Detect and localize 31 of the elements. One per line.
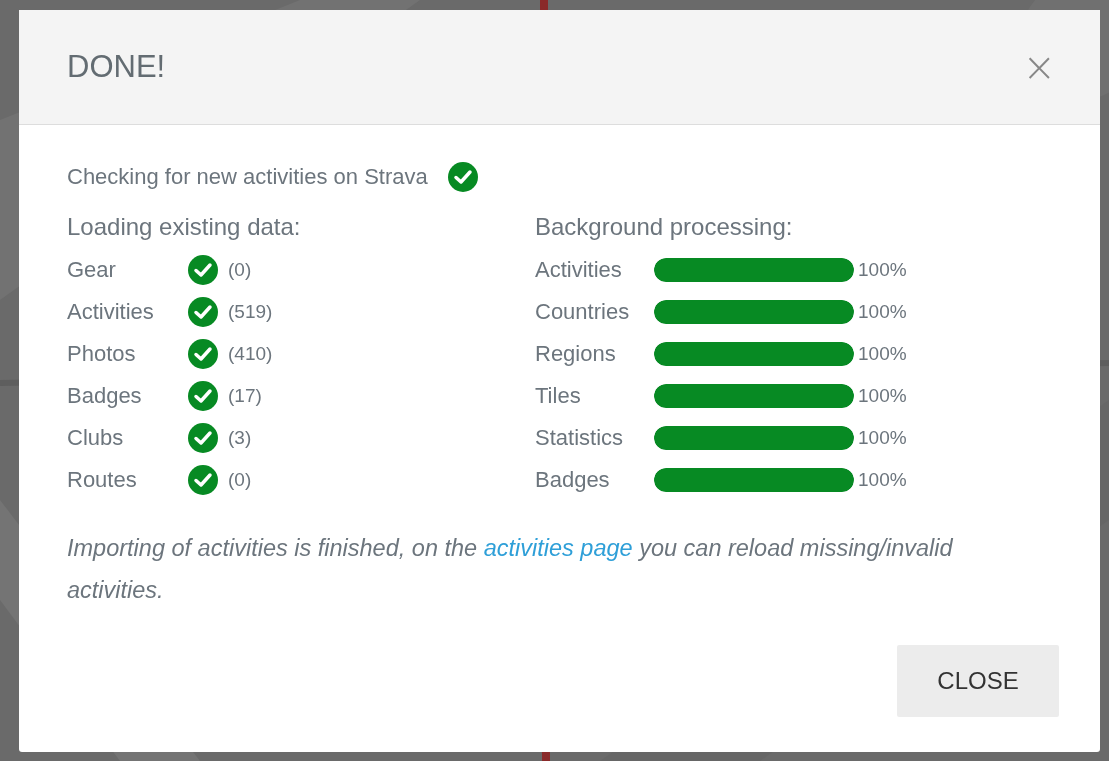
item-label: Gear [67,257,117,283]
section-heading: Background processing: [535,212,794,242]
close-button[interactable]: CLOSE [897,645,1059,717]
info-text: Importing of activities is finished, on the activities page you can reload missing/invalid activities. [67,534,954,605]
activities-link[interactable]: activities page [483,535,633,561]
item-count: (3) [228,427,252,449]
progress-reading: 100% [858,343,907,365]
item-label: Statistics [535,425,625,451]
item-label: Countries [535,299,631,325]
item-label: Routes [67,467,138,493]
item-label: Badges [67,383,143,409]
section-heading: Loading existing data: [67,212,302,242]
item-count: (17) [228,385,262,407]
progress-reading: 100% [858,301,907,323]
item-count: (0) [228,469,252,491]
item-label: Activities [535,257,623,283]
item-label: Badges [535,467,611,493]
item-label: Photos [67,341,137,367]
progress-reading: 100% [858,385,907,407]
dialog-title: DONE! [67,49,166,85]
item-count: (0) [228,259,252,281]
progress-reading: 100% [858,259,907,281]
item-count: (519) [228,301,273,323]
item-label: Regions [535,341,617,367]
item-count: (410) [228,343,273,365]
progress-reading: 100% [858,427,907,449]
item-label: Tiles [535,383,582,409]
progress-reading: 100% [858,469,907,491]
item-label: Activities [67,299,155,325]
status-text: Checking for new activities on Strava [67,164,428,190]
item-label: Clubs [67,425,125,451]
